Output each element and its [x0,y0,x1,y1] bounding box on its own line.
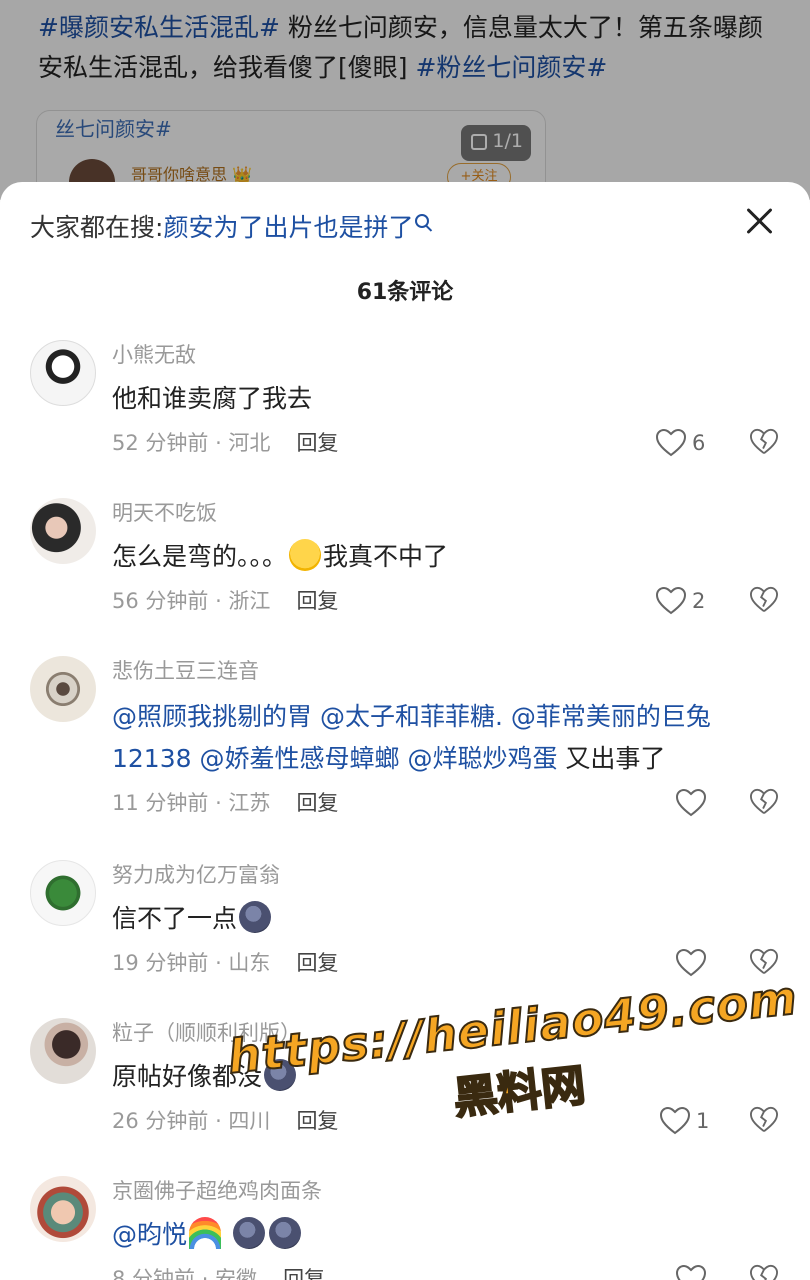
heart-icon [676,949,706,977]
heart-icon [656,587,686,615]
rainbow-emoji-icon [189,1217,222,1249]
mention-link[interactable]: @照顾我挑剔的胃 [112,702,312,731]
comment-item: 明天不吃饭 怎么是弯的。。。 我真不中了 56 分钟前 · 浙江 回复 2 [0,498,810,638]
new-moon-emoji-icon [232,1217,265,1249]
avatar[interactable] [30,498,96,564]
close-button[interactable] [744,206,774,236]
reply-button[interactable]: 回复 [296,431,338,455]
comment-text: 他和谁卖腐了我去 [112,384,313,413]
comment-text-part: 怎么是弯的。。。 [112,542,288,571]
avatar[interactable] [30,656,96,722]
comment-username[interactable]: 悲伤土豆三连音 [112,656,259,686]
comment-item: 悲伤土豆三连音 @照顾我挑剔的胃 @太子和菲菲糖. @菲常美丽的巨兔12138 … [0,656,810,846]
hot-search-label: 大家都在搜: [30,213,164,242]
like-button[interactable] [676,1264,736,1280]
broken-heart-icon[interactable] [750,1264,778,1280]
avatar[interactable] [30,1018,96,1084]
like-button[interactable]: 2 [656,586,716,616]
comment-text-part: 又出事了 [565,744,666,773]
comment-time-location: 56 分钟前 · 浙江 [112,589,271,613]
comment-text-part: 信不了一点 [112,904,238,933]
heart-icon [676,789,706,817]
broken-heart-icon[interactable] [750,586,778,614]
comment-username[interactable]: 明天不吃饭 [112,498,217,528]
mention-link[interactable]: @昀悦 [112,1220,187,1249]
broken-heart-icon[interactable] [750,788,778,816]
reply-button[interactable]: 回复 [296,951,338,975]
comment-text-part: 我真不中了 [323,542,449,571]
comment-text: @照顾我挑剔的胃 @太子和菲菲糖. @菲常美丽的巨兔12138 @娇羞性感母蟑螂… [112,696,782,780]
comment-meta: 11 分钟前 · 江苏 回复 [112,788,338,818]
mention-link[interactable]: @太子和菲菲糖. [320,702,503,731]
hot-search-query[interactable]: 颜安为了出片也是拼了 [163,213,413,242]
like-button[interactable] [676,788,736,818]
like-button[interactable]: 6 [656,428,716,458]
like-count: 2 [692,589,706,613]
comment-text: @昀悦 [112,1214,782,1256]
comment-meta: 56 分钟前 · 浙江 回复 [112,586,338,616]
heart-icon [676,1265,706,1280]
comment-time-location: 52 分钟前 · 河北 [112,431,271,455]
hot-search-row[interactable]: 大家都在搜:颜安为了出片也是拼了 [30,208,430,248]
comment-text: 怎么是弯的。。。 我真不中了 [112,536,782,578]
comment-username[interactable]: 小熊无敌 [112,340,196,370]
comment-text: 信不了一点 [112,898,782,940]
modal-overlay[interactable] [0,0,810,200]
new-moon-emoji-icon [268,1217,301,1249]
comment-meta: 8 分钟前 · 安徽 回复 [112,1264,325,1280]
mention-link[interactable]: @烊聪炒鸡蛋 [407,744,557,773]
comment-meta: 52 分钟前 · 河北 回复 [112,428,338,458]
new-moon-emoji-icon [239,901,272,933]
reply-button[interactable]: 回复 [296,791,338,815]
reply-button[interactable]: 回复 [283,1267,325,1280]
heart-icon [660,1107,690,1135]
like-button[interactable] [676,948,736,978]
broken-heart-icon[interactable] [750,428,778,456]
heart-icon [656,429,686,457]
avatar[interactable] [30,340,96,406]
comment-time-location: 8 分钟前 · 安徽 [112,1267,258,1280]
like-count: 6 [692,431,706,455]
comment-item: 小熊无敌 他和谁卖腐了我去 52 分钟前 · 河北 回复 6 [0,340,810,480]
comment-username[interactable]: 京圈佛子超绝鸡肉面条 [112,1176,322,1206]
search-icon [415,214,430,228]
mention-link[interactable]: @娇羞性感母蟑螂 [199,744,399,773]
crying-emoji-icon [289,539,322,571]
broken-heart-icon[interactable] [750,1106,778,1134]
avatar[interactable] [30,860,96,926]
comment-time-location: 11 分钟前 · 江苏 [112,791,271,815]
comment-count: 61条评论 [356,280,454,305]
avatar[interactable] [30,1176,96,1242]
comment-meta: 19 分钟前 · 山东 回复 [112,948,338,978]
reply-button[interactable]: 回复 [296,589,338,613]
comment-item: 京圈佛子超绝鸡肉面条 @昀悦 8 分钟前 · 安徽 回复 [0,1176,810,1280]
comment-username[interactable]: 努力成为亿万富翁 [112,860,280,890]
like-button[interactable]: 1 [660,1106,720,1136]
comment-item: 努力成为亿万富翁 信不了一点 19 分钟前 · 山东 回复 [0,860,810,1000]
like-count: 1 [696,1109,710,1133]
comment-time-location: 19 分钟前 · 山东 [112,951,271,975]
